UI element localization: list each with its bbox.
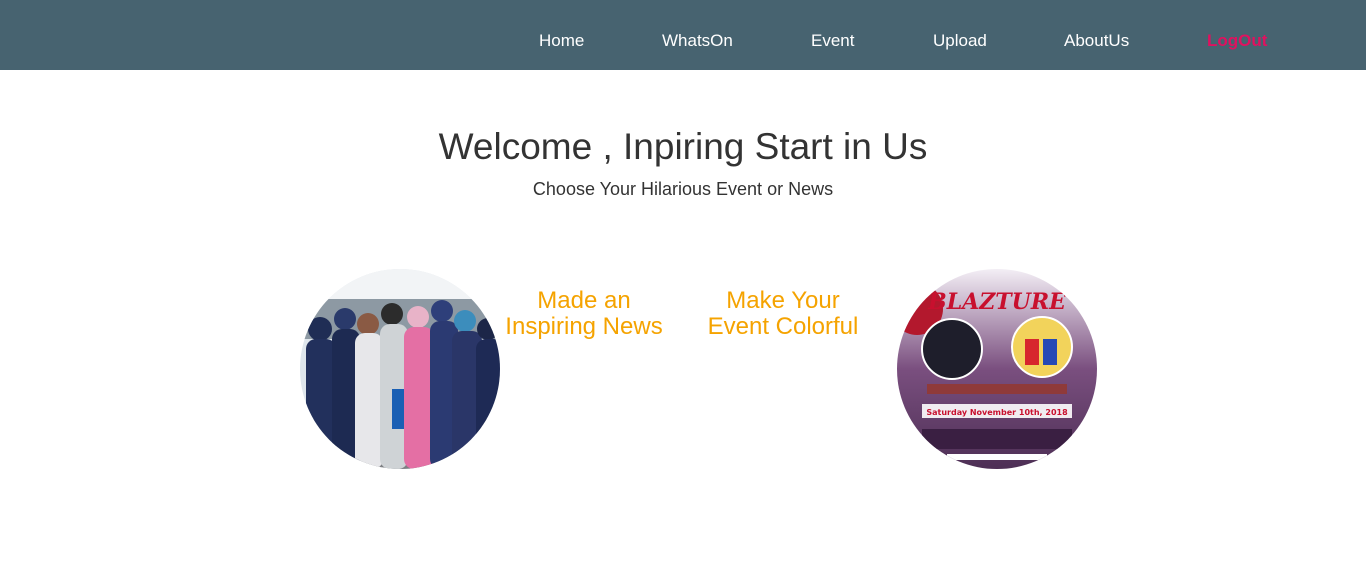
news-photo-image[interactable] (300, 269, 500, 469)
made-news-line2: Inspiring News (505, 313, 663, 340)
poster-title: BLAZTURE (927, 289, 1067, 315)
nav-home[interactable]: Home (539, 31, 584, 51)
made-news-line1: Made an (537, 287, 631, 314)
poster-date: Saturday November 10th, 2018 (926, 408, 1068, 417)
nav-whatson[interactable]: WhatsOn (662, 31, 733, 51)
top-navbar: Home WhatsOn Event Upload AboutUs LogOut (0, 0, 1366, 70)
make-event-link[interactable]: Make Your Event Colorful (698, 288, 868, 340)
make-event-line2: Event Colorful (707, 313, 859, 340)
nav-aboutus[interactable]: AboutUs (1064, 31, 1129, 51)
nav-logout[interactable]: LogOut (1207, 31, 1267, 51)
nav-upload[interactable]: Upload (933, 31, 987, 51)
page-subtitle: Choose Your Hilarious Event or News (532, 179, 834, 199)
make-event-line1: Make Your (726, 287, 840, 314)
page-title: Welcome , Inpiring Start in Us (438, 126, 928, 167)
event-poster-image[interactable]: BLAZTURE Saturday November 10th, 2018 (897, 269, 1097, 469)
made-news-link[interactable]: Made an Inspiring News (496, 288, 672, 340)
nav-event[interactable]: Event (811, 31, 854, 51)
